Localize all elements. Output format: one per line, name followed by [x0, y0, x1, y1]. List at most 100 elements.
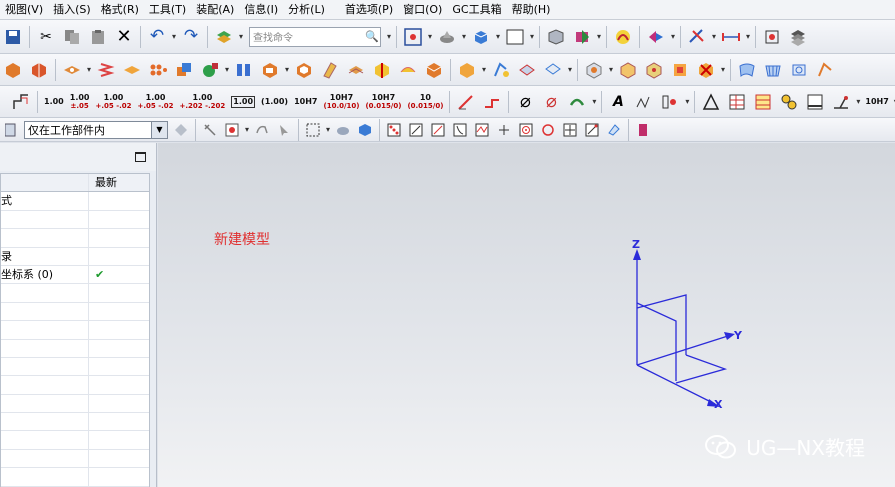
search-icon[interactable]: 🔍: [364, 30, 380, 43]
hole-dropdown-icon[interactable]: ▾: [85, 65, 93, 74]
layer-icon[interactable]: [213, 26, 235, 48]
sweep-icon[interactable]: [814, 59, 836, 81]
weld-symbol-icon[interactable]: [830, 91, 852, 113]
navigator-row[interactable]: [1, 468, 149, 487]
sew-icon[interactable]: [423, 59, 445, 81]
general-select-icon[interactable]: [223, 121, 241, 139]
menu-assemblies[interactable]: 装配(A): [191, 0, 239, 20]
note-icon[interactable]: A: [607, 91, 629, 113]
surface-finish-icon[interactable]: [633, 91, 655, 113]
navigator-row[interactable]: [1, 376, 149, 395]
edge-blend-icon[interactable]: [233, 59, 255, 81]
measure-distance-icon[interactable]: [720, 26, 742, 48]
snap-arc-center-icon[interactable]: [495, 121, 513, 139]
snap-circle-icon[interactable]: [539, 121, 557, 139]
orient-view-dropdown-icon[interactable]: ▾: [494, 32, 502, 41]
select-feature-icon[interactable]: [201, 121, 219, 139]
pattern-icon[interactable]: [121, 59, 143, 81]
select-box-icon[interactable]: [304, 121, 322, 139]
chevron-down-icon[interactable]: ▼: [151, 121, 167, 138]
snap-quadrant-icon[interactable]: [517, 121, 535, 139]
delete-face-dropdown-icon[interactable]: ▾: [566, 65, 574, 74]
redo-icon[interactable]: ↷: [180, 26, 202, 48]
hole-icon[interactable]: [61, 59, 83, 81]
snap-point-on-curve-icon[interactable]: [561, 121, 579, 139]
select-dropdown-icon[interactable]: ▾: [243, 125, 251, 134]
pointer-icon[interactable]: [275, 121, 293, 139]
navigator-row[interactable]: 录: [1, 247, 149, 266]
pattern-feature-icon[interactable]: [147, 59, 169, 81]
menu-information[interactable]: 信息(I): [239, 0, 283, 20]
chamfer-icon[interactable]: [259, 59, 281, 81]
dim-style-fit-limits[interactable]: 10H7 (10.0/10): [324, 93, 360, 110]
triangle-symbol-icon[interactable]: [700, 91, 722, 113]
selection-scope-select[interactable]: 仅在工作部件内 ▼: [24, 120, 168, 139]
datum-plane-icon[interactable]: [199, 59, 221, 81]
menu-format[interactable]: 格式(R): [96, 0, 144, 20]
thread-icon[interactable]: [95, 59, 117, 81]
dim-style-reference[interactable]: (1.00): [261, 97, 288, 106]
navigator-row[interactable]: [1, 210, 149, 230]
weld-dropdown-icon[interactable]: ▾: [854, 97, 862, 106]
navigator-row[interactable]: [1, 284, 149, 303]
arc-length-dropdown-icon[interactable]: ▾: [590, 97, 598, 106]
measure-icon[interactable]: [686, 26, 708, 48]
arc-length-icon[interactable]: [566, 91, 588, 113]
cut-icon[interactable]: ✂: [35, 26, 57, 48]
render-style-icon[interactable]: [436, 26, 458, 48]
dim-style-basic[interactable]: 1.00: [231, 95, 256, 108]
snap-existing-point-icon[interactable]: [385, 121, 403, 139]
dim-style-fit-value[interactable]: 10 (0.015/0): [407, 93, 443, 110]
replace-face-icon[interactable]: [516, 59, 538, 81]
menu-tools[interactable]: 工具(T): [144, 0, 191, 20]
column-header-latest[interactable]: 最新: [89, 174, 149, 191]
navigator-row[interactable]: [1, 339, 149, 358]
split-body-icon[interactable]: [397, 59, 419, 81]
diameter-dim-icon[interactable]: ⌀: [514, 91, 536, 113]
layer-dropdown-icon[interactable]: ▾: [237, 32, 245, 41]
navigator-row[interactable]: [1, 321, 149, 340]
maximize-icon[interactable]: [135, 152, 146, 162]
fit-view-dropdown-icon[interactable]: ▾: [426, 32, 434, 41]
navigator-row[interactable]: [1, 449, 149, 469]
radius-dim-icon[interactable]: [481, 91, 503, 113]
snap-point-icon[interactable]: [761, 26, 783, 48]
snap-intersection-icon[interactable]: [473, 121, 491, 139]
draft-icon[interactable]: [319, 59, 341, 81]
background-dropdown-icon[interactable]: ▾: [528, 32, 536, 41]
move-dropdown-icon[interactable]: ▾: [669, 32, 677, 41]
layer-settings-icon[interactable]: [787, 26, 809, 48]
fit-view-icon[interactable]: [402, 26, 424, 48]
navigator-row[interactable]: [1, 413, 149, 432]
snap-point-on-surface-icon[interactable]: [583, 121, 601, 139]
through-curves-icon[interactable]: [762, 59, 784, 81]
search-dropdown-icon[interactable]: ▾: [385, 32, 393, 41]
measure-distance-dropdown-icon[interactable]: ▾: [744, 32, 752, 41]
snap-control-point-icon[interactable]: [451, 121, 469, 139]
undo-icon[interactable]: ↶: [146, 26, 168, 48]
offset-region-icon[interactable]: [643, 59, 665, 81]
assembly-icon[interactable]: [545, 26, 567, 48]
datum-target-dropdown-icon[interactable]: ▾: [683, 97, 691, 106]
orient-view-icon[interactable]: [470, 26, 492, 48]
studio-surface-icon[interactable]: [788, 59, 810, 81]
offset-face-icon[interactable]: [345, 59, 367, 81]
surface-icon[interactable]: [736, 59, 758, 81]
select-box-dropdown-icon[interactable]: ▾: [324, 125, 332, 134]
component-dropdown-icon[interactable]: ▾: [595, 32, 603, 41]
select-face-icon[interactable]: [334, 121, 352, 139]
menu-preferences[interactable]: 首选项(P): [340, 0, 398, 20]
book-icon[interactable]: [634, 121, 652, 139]
delete-icon[interactable]: ✕: [113, 26, 135, 48]
sync-modeling-icon[interactable]: [583, 59, 605, 81]
navigator-row[interactable]: [1, 431, 149, 450]
table-note-icon[interactable]: [726, 91, 748, 113]
patch-icon[interactable]: [456, 59, 478, 81]
undo-dropdown-icon[interactable]: ▾: [170, 32, 178, 41]
datum-target-icon[interactable]: [659, 91, 681, 113]
navigator-row[interactable]: [1, 394, 149, 414]
background-icon[interactable]: [504, 26, 526, 48]
menu-view[interactable]: 视图(V): [0, 0, 48, 20]
group-face-dropdown-icon[interactable]: ▾: [719, 65, 727, 74]
graphics-window[interactable]: 新建模型 Z Y X UG—NX教程: [158, 143, 895, 487]
